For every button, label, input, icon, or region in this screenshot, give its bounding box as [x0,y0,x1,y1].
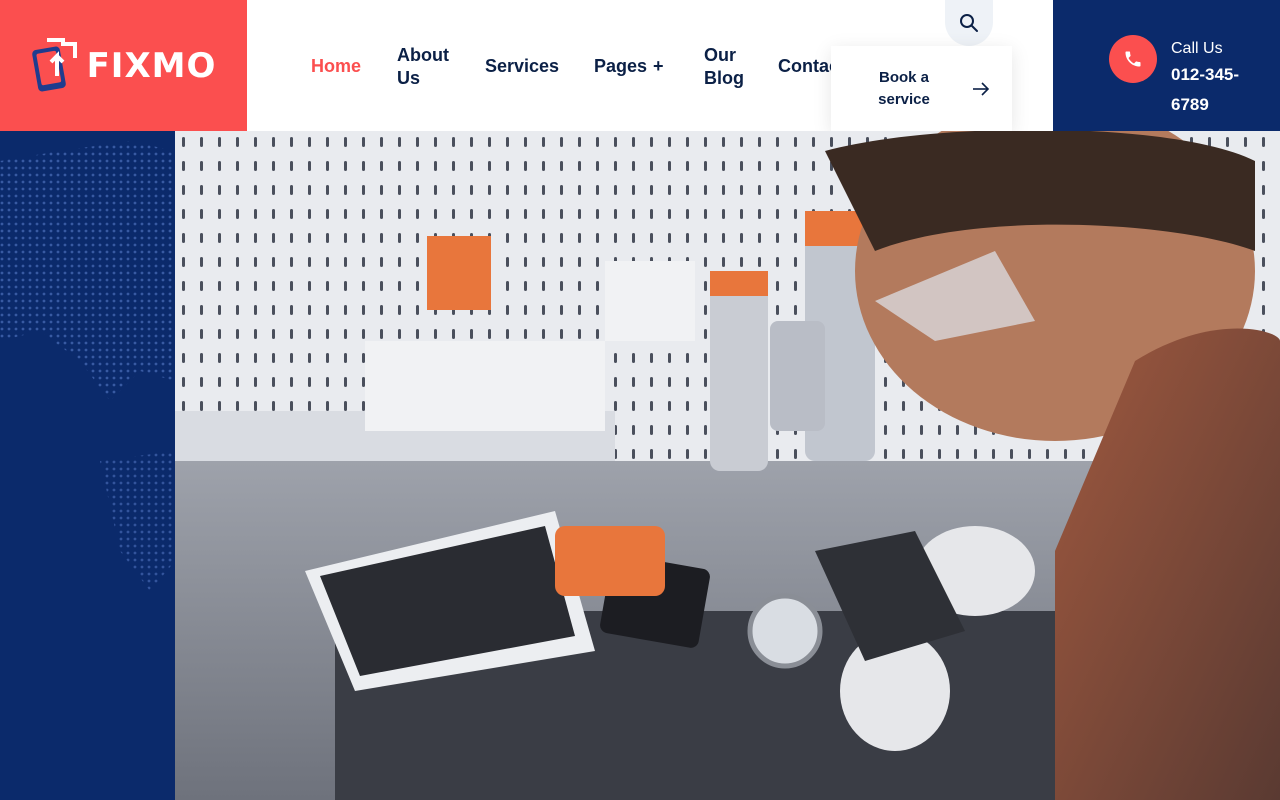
call-us-label: Call Us [1171,40,1223,57]
world-map-pattern [0,141,175,591]
hero-image [175,131,1280,800]
nav-home[interactable]: Home [311,55,361,78]
nav-pages-label: Pages [594,56,648,76]
hero-side-panel [0,131,175,800]
book-service-button[interactable]: Book a service [831,46,1012,131]
search-icon [960,14,978,32]
search-button[interactable] [945,0,993,46]
brand-logo[interactable]: FIXMO [0,0,247,131]
nav-contact[interactable]: Contact [778,55,838,78]
call-button[interactable] [1109,35,1157,83]
call-number[interactable]: 012-345-6789 [1171,60,1261,120]
phone-repair-logo-icon [31,37,77,91]
phone-icon [1125,51,1141,67]
call-us-block: Call Us 012-345-6789 [1053,0,1280,131]
plus-icon: + [653,56,664,76]
main-navigation: Home About Us Services Pages + Our Blog C… [247,0,1053,131]
nav-services[interactable]: Services [485,55,559,78]
nav-our-blog[interactable]: Our Blog [704,44,754,90]
technician-workbench-illustration [175,131,1280,800]
book-service-label: Book a service [878,68,930,108]
nav-about-us[interactable]: About Us [397,44,467,90]
nav-pages[interactable]: Pages + [594,55,664,78]
brand-name: FIXMO [86,45,217,86]
arrow-right-icon [973,81,990,96]
